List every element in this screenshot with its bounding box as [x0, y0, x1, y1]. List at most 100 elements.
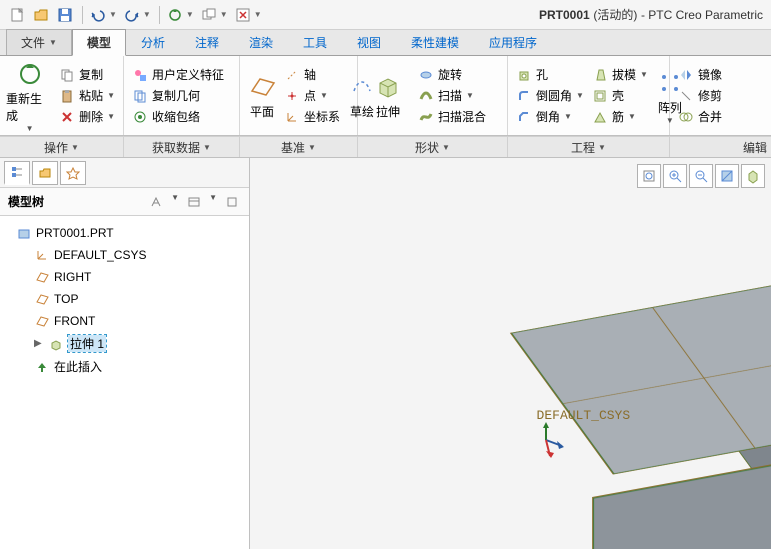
group-label-shapes[interactable]: 形状▼ — [358, 137, 508, 157]
tab-file[interactable]: 文件▼ — [6, 29, 72, 55]
draft-icon — [592, 67, 608, 83]
regenerate-button[interactable]: 重新生成 ▼ — [6, 58, 53, 133]
group-datum: 平面 轴 点▼ 坐标系 草绘 — [240, 56, 358, 135]
revolve-icon — [418, 67, 434, 83]
chevron-down-icon: ▼ — [442, 143, 450, 152]
round-icon — [516, 88, 532, 104]
chamfer-button[interactable]: 倒角▼ — [514, 107, 586, 126]
3d-viewport[interactable]: DEFAULT_CSYS — [250, 158, 771, 549]
sidebar-tab-tree[interactable] — [4, 161, 30, 185]
swept-blend-button[interactable]: 扫描混合 — [416, 107, 488, 126]
regenerate-icon — [14, 58, 46, 90]
tab-tools[interactable]: 工具 — [288, 29, 342, 55]
sweep-icon — [418, 88, 434, 104]
group-label-edit[interactable]: 编辑 — [670, 137, 771, 157]
group-label-engineering[interactable]: 工程▼ — [508, 137, 670, 157]
rib-icon — [592, 109, 608, 125]
paste-button[interactable]: 粘贴▼ — [57, 86, 117, 105]
hole-button[interactable]: 孔 — [514, 65, 586, 84]
model-tree-panel: 模型树 ▼ ▼ PRT0001.PRT DEFAULT_CSYS RIGHT — [0, 158, 250, 549]
round-button[interactable]: 倒圆角▼ — [514, 86, 586, 105]
tab-render[interactable]: 渲染 — [234, 29, 288, 55]
sidebar-tab-folder[interactable] — [32, 161, 58, 185]
delete-icon — [59, 109, 75, 125]
undo-dropdown[interactable]: ▼ — [109, 10, 117, 19]
merge-button[interactable]: 合并 — [676, 107, 724, 126]
zoom-out-button[interactable] — [689, 164, 713, 188]
separator — [82, 6, 83, 24]
group-label-datum[interactable]: 基准▼ — [240, 137, 358, 157]
trim-button[interactable]: 修剪 — [676, 86, 724, 105]
windows-button[interactable] — [198, 4, 220, 26]
copy-geom-button[interactable]: 复制几何 — [130, 86, 226, 105]
group-operations: 重新生成 ▼ 复制 粘贴▼ 删除▼ — [0, 56, 124, 135]
zoom-fit-button[interactable] — [637, 164, 661, 188]
tab-annotate[interactable]: 注释 — [180, 29, 234, 55]
model-tree: PRT0001.PRT DEFAULT_CSYS RIGHT TOP FRONT… — [0, 216, 249, 549]
tree-item-csys[interactable]: DEFAULT_CSYS — [0, 244, 249, 266]
delete-button[interactable]: 删除▼ — [57, 107, 117, 126]
tree-root[interactable]: PRT0001.PRT — [0, 222, 249, 244]
axis-icon — [284, 67, 300, 83]
shell-button[interactable]: 壳 — [590, 86, 650, 105]
tab-view[interactable]: 视图 — [342, 29, 396, 55]
regen-button[interactable] — [164, 4, 186, 26]
expand-icon[interactable]: ▶ — [34, 338, 44, 349]
close-window-button[interactable] — [232, 4, 254, 26]
redo-dropdown[interactable]: ▼ — [143, 10, 151, 19]
tab-flexible[interactable]: 柔性建模 — [396, 29, 474, 55]
new-file-button[interactable] — [6, 4, 28, 26]
tree-show-button[interactable] — [185, 193, 203, 211]
undo-button[interactable] — [87, 4, 109, 26]
point-icon — [284, 88, 300, 104]
redo-button[interactable] — [121, 4, 143, 26]
tree-item-extrude1[interactable]: ▶ 拉伸 1 — [0, 332, 249, 355]
display-style-button[interactable] — [741, 164, 765, 188]
separator — [159, 6, 160, 24]
tab-analysis[interactable]: 分析 — [126, 29, 180, 55]
tab-model[interactable]: 模型 — [72, 29, 126, 56]
windows-dropdown[interactable]: ▼ — [220, 10, 228, 19]
chamfer-icon — [516, 109, 532, 125]
tree-settings-button[interactable] — [147, 193, 165, 211]
mirror-button[interactable]: 镜像 — [676, 65, 724, 84]
rib-button[interactable]: 筋▼ — [590, 107, 650, 126]
tab-apps[interactable]: 应用程序 — [474, 29, 552, 55]
axis-button[interactable]: 轴 — [282, 65, 342, 84]
sidebar-tab-favorites[interactable] — [60, 161, 86, 185]
copy-button[interactable]: 复制 — [57, 65, 117, 84]
sweep-button[interactable]: 扫描▼ — [416, 86, 488, 105]
udf-icon — [132, 67, 148, 83]
extrude-icon — [48, 336, 64, 352]
part-icon — [16, 225, 32, 241]
point-button[interactable]: 点▼ — [282, 86, 342, 105]
extrude-button[interactable]: 拉伸 — [364, 58, 412, 133]
qat-customize-dropdown[interactable]: ▼ — [254, 10, 262, 19]
paste-icon — [59, 88, 75, 104]
sidebar-tabs — [0, 158, 249, 188]
tree-filter-button[interactable] — [223, 193, 241, 211]
zoom-in-button[interactable] — [663, 164, 687, 188]
save-button[interactable] — [54, 4, 76, 26]
group-label-get-data[interactable]: 获取数据▼ — [124, 137, 240, 157]
tree-item-right[interactable]: RIGHT — [0, 266, 249, 288]
group-edit: 镜像 修剪 合并 — [670, 56, 771, 135]
tree-item-top[interactable]: TOP — [0, 288, 249, 310]
repaint-button[interactable] — [715, 164, 739, 188]
draft-button[interactable]: 拔模▼ — [590, 65, 650, 84]
plane-button[interactable]: 平面 — [246, 58, 278, 133]
group-engineering: 孔 倒圆角▼ 倒角▼ 拔模▼ 壳 筋▼ 阵列 ▼ — [508, 56, 670, 135]
plane-icon — [34, 313, 50, 329]
doc-status: (活动的) — [593, 8, 637, 22]
ribbon-group-labels: 操作▼ 获取数据▼ 基准▼ 形状▼ 工程▼ 编辑 — [0, 136, 771, 158]
revolve-button[interactable]: 旋转 — [416, 65, 488, 84]
csys-button[interactable]: 坐标系 — [282, 107, 342, 126]
shrinkwrap-button[interactable]: 收缩包络 — [130, 107, 226, 126]
udf-button[interactable]: 用户定义特征 — [130, 65, 226, 84]
group-label-operations[interactable]: 操作▼ — [0, 137, 124, 157]
tree-item-insert-here[interactable]: 在此插入 — [0, 355, 249, 378]
tree-item-front[interactable]: FRONT — [0, 310, 249, 332]
window-title: PRT0001 (活动的) - PTC Creo Parametric — [539, 6, 763, 23]
open-file-button[interactable] — [30, 4, 52, 26]
regen-dropdown[interactable]: ▼ — [186, 10, 194, 19]
